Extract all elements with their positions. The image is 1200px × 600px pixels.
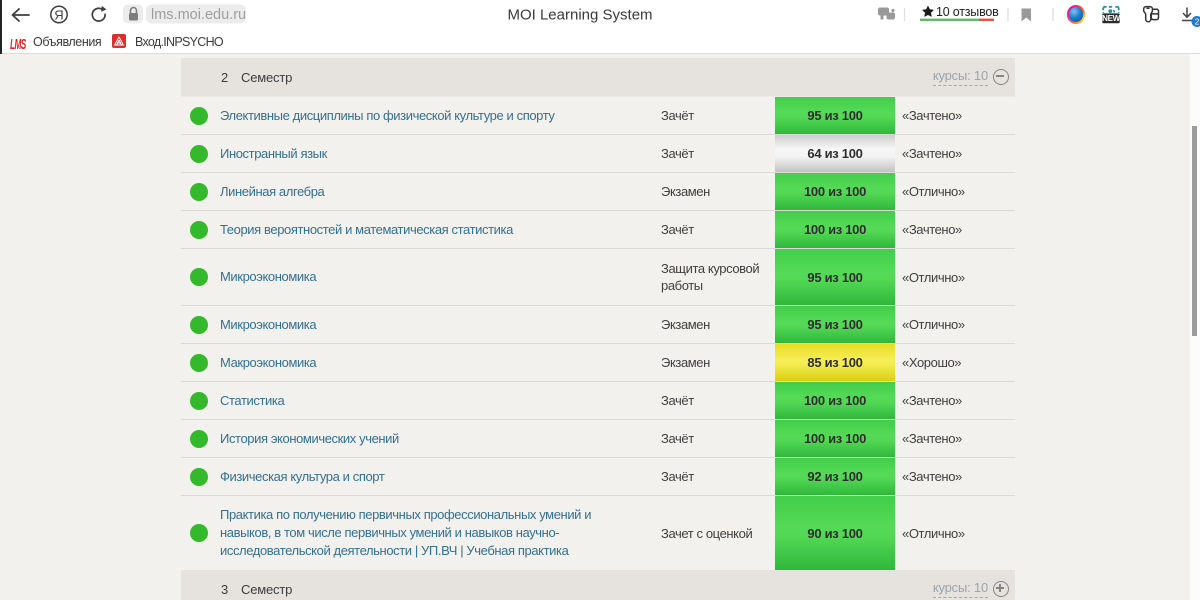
svg-text:lms.moi.edu.ru: lms.moi.edu.ru <box>151 7 246 23</box>
svg-text:10 отзывов: 10 отзывов <box>936 5 999 19</box>
svg-text:MOI Learning System: MOI Learning System <box>507 7 652 24</box>
svg-text:2: 2 <box>1195 17 1200 27</box>
svg-text:NEW: NEW <box>1102 14 1121 23</box>
svg-text:Я: Я <box>54 7 63 22</box>
